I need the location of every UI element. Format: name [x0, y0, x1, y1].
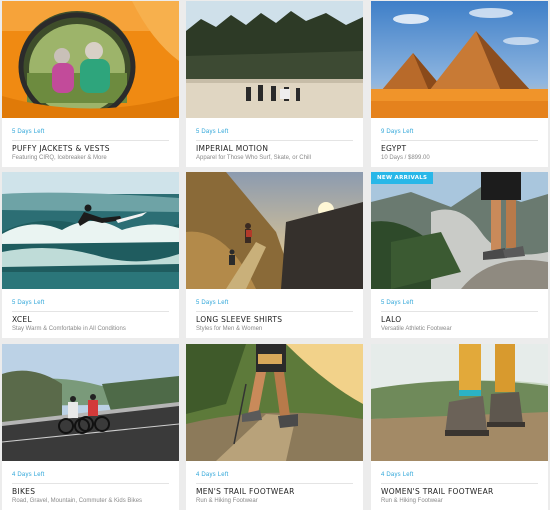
event-title: MEN'S TRAIL FOOTWEAR [196, 487, 295, 496]
event-subtitle: Run & Hiking Footwear [196, 498, 258, 504]
event-card-lalo[interactable]: NEW ARRIVALS 5 Days Left LALO Versatile … [371, 172, 548, 338]
event-title: LALO [381, 315, 402, 324]
hiker-on-rock-photo: NEW ARRIVALS [371, 172, 548, 289]
divider [196, 140, 353, 141]
event-card-puffy-jackets[interactable]: 5 Days Left PUFFY JACKETS & VESTS Featur… [2, 1, 179, 167]
event-subtitle: Run & Hiking Footwear [381, 498, 443, 504]
cyclists-photo [2, 344, 179, 461]
beach-people-photo [186, 1, 363, 118]
days-left-label: 9 Days Left [381, 129, 414, 135]
days-left-label: 4 Days Left [381, 472, 414, 478]
days-left-label: 5 Days Left [12, 300, 45, 306]
event-subtitle: Versatile Athletic Footwear [381, 326, 452, 332]
trail-runner-photo [186, 344, 363, 461]
divider [12, 483, 169, 484]
event-subtitle: Stay Warm & Comfortable in All Condition… [12, 326, 126, 332]
event-subtitle: Apparel for Those Who Surf, Skate, or Ch… [196, 155, 311, 161]
event-card-imperial-motion[interactable]: 5 Days Left IMPERIAL MOTION Apparel for … [186, 1, 363, 167]
event-card-bikes[interactable]: 4 Days Left BIKES Road, Gravel, Mountain… [2, 344, 179, 510]
days-left-label: 4 Days Left [12, 472, 45, 478]
hiking-trail-photo [186, 172, 363, 289]
divider [196, 483, 353, 484]
sale-events-grid: 5 Days Left PUFFY JACKETS & VESTS Featur… [0, 0, 550, 510]
event-subtitle: Featuring CIRQ, Icebreaker & More [12, 155, 107, 161]
days-left-label: 5 Days Left [12, 129, 45, 135]
divider [196, 311, 353, 312]
divider [381, 311, 538, 312]
event-subtitle: Road, Gravel, Mountain, Commuter & Kids … [12, 498, 143, 504]
event-title: WOMEN'S TRAIL FOOTWEAR [381, 487, 494, 496]
event-title: PUFFY JACKETS & VESTS [12, 144, 110, 153]
event-title: IMPERIAL MOTION [196, 144, 269, 153]
event-subtitle: 10 Days / $899.00 [381, 155, 430, 161]
divider [381, 483, 538, 484]
event-card-egypt[interactable]: 9 Days Left EGYPT 10 Days / $899.00 [371, 1, 548, 167]
hiking-boots-photo [371, 344, 548, 461]
divider [12, 311, 169, 312]
event-title: XCEL [12, 315, 32, 324]
event-card-mens-trail-footwear[interactable]: 4 Days Left MEN'S TRAIL FOOTWEAR Run & H… [186, 344, 363, 510]
event-title: BIKES [12, 487, 36, 496]
surfer-photo [2, 172, 179, 289]
event-card-xcel[interactable]: 5 Days Left XCEL Stay Warm & Comfortable… [2, 172, 179, 338]
event-card-long-sleeve-shirts[interactable]: 5 Days Left LONG SLEEVE SHIRTS Styles fo… [186, 172, 363, 338]
divider [12, 140, 169, 141]
event-subtitle: Styles for Men & Women [196, 326, 263, 332]
days-left-label: 5 Days Left [196, 300, 229, 306]
event-card-womens-trail-footwear[interactable]: 4 Days Left WOMEN'S TRAIL FOOTWEAR Run &… [371, 344, 548, 510]
new-arrivals-badge: NEW ARRIVALS [371, 172, 434, 184]
event-title: LONG SLEEVE SHIRTS [196, 315, 283, 324]
days-left-label: 5 Days Left [381, 300, 414, 306]
event-title: EGYPT [381, 144, 407, 153]
divider [381, 140, 538, 141]
days-left-label: 4 Days Left [196, 472, 229, 478]
tent-photo [2, 1, 179, 118]
days-left-label: 5 Days Left [196, 129, 229, 135]
pyramids-photo [371, 1, 548, 118]
